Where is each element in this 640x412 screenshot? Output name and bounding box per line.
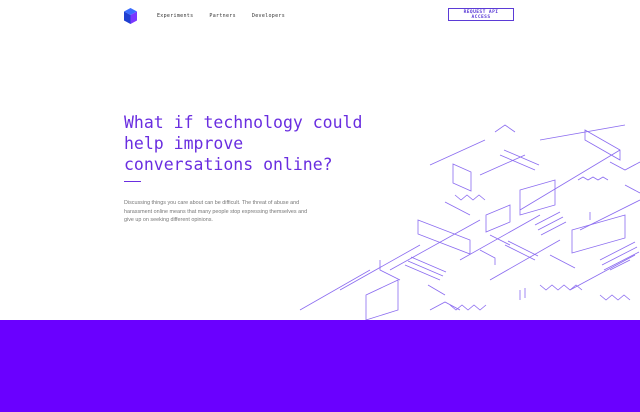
site-header: Experiments Partners Developers REQUEST … xyxy=(0,0,640,34)
primary-nav: Experiments Partners Developers xyxy=(157,13,301,19)
hero-title-line: help improve xyxy=(124,134,244,153)
isometric-pattern-illustration xyxy=(299,124,640,320)
title-accent-divider xyxy=(124,181,141,182)
nav-experiments[interactable]: Experiments xyxy=(157,13,193,19)
purple-footer-band xyxy=(0,320,640,412)
request-api-access-button[interactable]: REQUEST API ACCESS xyxy=(448,8,514,21)
nav-developers[interactable]: Developers xyxy=(252,13,285,19)
nav-partners[interactable]: Partners xyxy=(209,13,235,19)
logo-icon[interactable] xyxy=(124,8,137,24)
